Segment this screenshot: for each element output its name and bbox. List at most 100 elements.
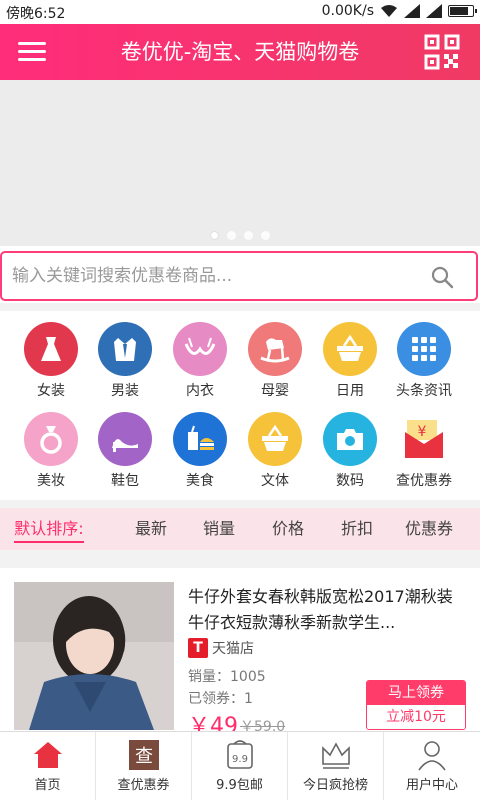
category-item[interactable]: 女装 <box>13 316 89 399</box>
crown-icon <box>319 738 353 772</box>
signal-icon <box>404 4 420 18</box>
suit-icon <box>98 322 152 376</box>
category-item[interactable]: 男装 <box>87 316 163 399</box>
battery-icon <box>448 5 477 17</box>
get-coupon-button[interactable]: 马上领券 立减10元 <box>366 680 466 730</box>
category-label: 查优惠券 <box>396 473 452 489</box>
category-label: 头条资讯 <box>396 383 452 399</box>
high-heel-icon <box>98 412 152 466</box>
sort-tab[interactable]: 折扣 <box>324 508 390 550</box>
menu-button[interactable] <box>14 38 50 66</box>
bra-icon <box>173 322 227 376</box>
qr-code-icon[interactable] <box>424 34 460 70</box>
home-icon <box>31 738 65 772</box>
signal-icon-2 <box>426 4 442 18</box>
tmall-icon: T <box>188 638 208 658</box>
carousel-dot[interactable] <box>261 231 270 240</box>
nav-label: 今日疯抢榜 <box>302 778 368 793</box>
net-speed: 0.00K/s <box>321 3 374 19</box>
carousel-dot[interactable] <box>210 231 219 240</box>
menu-icon-line <box>18 50 46 53</box>
nav-item[interactable]: 用户中心 <box>384 732 480 800</box>
carousel-dot[interactable] <box>227 231 236 240</box>
sort-tab[interactable]: 销量 <box>188 508 250 550</box>
carousel-dot[interactable] <box>244 231 253 240</box>
nav-label: 9.9包邮 <box>216 778 263 793</box>
sort-tab-label: 最新 <box>134 519 167 538</box>
search-icon[interactable] <box>430 265 454 289</box>
app-header: 卷优优-淘宝、天猫购物卷 <box>0 24 480 80</box>
divider <box>0 550 480 568</box>
category-label: 男装 <box>111 383 139 399</box>
category-item[interactable]: 母婴 <box>237 316 313 399</box>
menu-icon-line <box>18 58 46 61</box>
search-input[interactable] <box>12 253 412 299</box>
product-card[interactable]: 牛仔外套女春秋韩版宽松2017潮秋装牛仔衣短款薄秋季新款学生... T 天猫店 … <box>0 568 480 739</box>
category-label: 女装 <box>37 383 65 399</box>
category-label: 母婴 <box>261 383 289 399</box>
svg-text:9.9: 9.9 <box>232 754 248 765</box>
nav-label: 用户中心 <box>405 778 458 793</box>
sort-tab[interactable]: 价格 <box>256 508 320 550</box>
category-item[interactable]: 数码 <box>312 406 388 489</box>
sort-tab[interactable]: 最新 <box>122 508 180 550</box>
sort-tab-label: 价格 <box>271 519 304 538</box>
divider <box>0 500 480 508</box>
category-label: 文体 <box>261 473 289 489</box>
coupon-search-icon: 查 <box>127 738 161 772</box>
carousel-dots <box>0 231 480 240</box>
search-bar[interactable] <box>0 251 478 301</box>
category-item[interactable]: 日用 <box>312 316 388 399</box>
category-label: 数码 <box>336 473 364 489</box>
basket-icon <box>248 412 302 466</box>
banner-carousel[interactable] <box>0 80 480 246</box>
ring-icon <box>24 412 78 466</box>
app-root: 傍晚6:52 0.00K/s 卷优优-淘宝、天猫购物卷 输入关键词搜索优惠卷商品… <box>0 0 480 800</box>
basket-icon <box>323 322 377 376</box>
status-right: 0.00K/s <box>321 3 477 19</box>
category-label: 鞋包 <box>111 473 139 489</box>
shop-name: 天猫店 <box>212 641 254 657</box>
get-coupon-label: 马上领券 <box>367 681 465 705</box>
page-title: 卷优优-淘宝、天猫购物卷 <box>120 40 360 64</box>
status-time: 傍晚6:52 <box>6 6 66 22</box>
category-item[interactable]: 美食 <box>162 406 238 489</box>
category-label: 美食 <box>186 473 214 489</box>
category-item[interactable]: 文体 <box>237 406 313 489</box>
category-item[interactable]: 头条资讯 <box>386 316 462 399</box>
nav-item[interactable]: 今日疯抢榜 <box>288 732 384 800</box>
nav-item[interactable]: 首页 <box>0 732 96 800</box>
sales-count: 销量：1005 <box>188 669 266 685</box>
svg-text:¥: ¥ <box>418 424 427 440</box>
sort-tab-label: 销量 <box>202 519 235 538</box>
product-image[interactable] <box>14 582 174 730</box>
food-icon <box>173 412 227 466</box>
user-icon <box>415 738 449 772</box>
menu-icon-line <box>18 42 46 45</box>
category-item[interactable]: 鞋包 <box>87 406 163 489</box>
nav-item[interactable]: 查查优惠券 <box>96 732 192 800</box>
coupon-used-count: 已领券：1 <box>188 691 253 707</box>
sort-bar: 默认排序: 最新 销量 价格 折扣 优惠券 <box>0 508 480 550</box>
rocking-horse-icon <box>248 322 302 376</box>
sort-tab-label: 默认排序: <box>14 519 84 543</box>
sort-tab[interactable]: 优惠券 <box>392 508 466 550</box>
coupon-discount-label: 立减10元 <box>367 705 465 729</box>
product-title[interactable]: 牛仔外套女春秋韩版宽松2017潮秋装牛仔衣短款薄秋季新款学生... <box>188 584 468 636</box>
nav-label: 查优惠券 <box>117 778 170 793</box>
category-item[interactable]: ¥ 查优惠券 <box>386 406 462 489</box>
category-grid: 女装 男装 内衣 母婴 日用 头条资讯美妆 鞋包 美食 文体 数码 ¥ 查优惠券 <box>0 316 480 498</box>
price-tag-icon: 9.9 <box>223 738 257 772</box>
camera-icon <box>323 412 377 466</box>
dress-icon <box>24 322 78 376</box>
sort-tab[interactable]: 默认排序: <box>14 508 84 550</box>
category-item[interactable]: 内衣 <box>162 316 238 399</box>
product-photo <box>14 582 174 730</box>
nav-item[interactable]: 9.9 9.9包邮 <box>192 732 288 800</box>
red-envelope-icon: ¥ <box>397 412 451 466</box>
category-item[interactable]: 美妆 <box>13 406 89 489</box>
nav-label: 首页 <box>34 778 61 793</box>
svg-text:查: 查 <box>135 746 153 767</box>
divider <box>0 303 480 311</box>
category-label: 内衣 <box>186 383 214 399</box>
